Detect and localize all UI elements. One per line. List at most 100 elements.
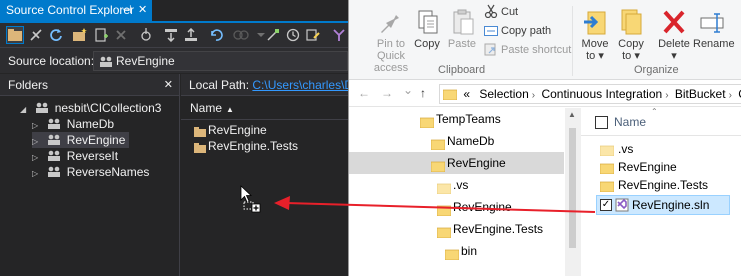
history-icon[interactable] bbox=[284, 26, 302, 44]
checkout-icon[interactable] bbox=[162, 26, 180, 44]
refresh-icon[interactable] bbox=[47, 26, 65, 44]
tree-item-revengine[interactable]: ▷ RevEngine bbox=[32, 132, 130, 148]
nav-item-bin[interactable]: bin bbox=[444, 240, 477, 262]
button-label: Copy bbox=[414, 38, 440, 50]
move-to-icon bbox=[579, 6, 611, 36]
breadcrumb-separator-icon: › bbox=[665, 90, 669, 101]
file-explorer-window: Pin to Quick access Copy Paste Cut Copy … bbox=[348, 0, 741, 276]
pin-icon bbox=[375, 6, 407, 36]
button-label: Copy path bbox=[501, 25, 552, 37]
selected-file-row[interactable]: ✓ RevEngine.sln bbox=[596, 195, 730, 215]
copy-path-button[interactable]: Copy path bbox=[484, 23, 551, 39]
folders-header: Folders ✕ bbox=[0, 74, 179, 96]
recent-locations-icon[interactable]: ⌄ bbox=[403, 83, 413, 97]
delete-icon[interactable] bbox=[112, 26, 130, 44]
sort-indicator-icon: ⌃ bbox=[651, 107, 658, 116]
local-path-label: Local Path: bbox=[189, 78, 250, 92]
paste-button[interactable]: Paste bbox=[447, 6, 477, 50]
scrollbar-thumb[interactable] bbox=[569, 128, 576, 248]
nav-item-label: TempTeams bbox=[436, 112, 501, 126]
folders-close-icon[interactable]: ✕ bbox=[164, 74, 173, 96]
tree-item-namedb[interactable]: ▷ NameDb bbox=[32, 116, 114, 132]
name-column-header[interactable]: Name bbox=[614, 115, 646, 129]
ribbon: Pin to Quick access Copy Paste Cut Copy … bbox=[348, 0, 741, 80]
button-label: Cut bbox=[501, 6, 519, 18]
group-separator bbox=[572, 6, 573, 76]
nav-item-namedb[interactable]: NameDb bbox=[430, 130, 494, 152]
scissors-icon bbox=[484, 4, 498, 23]
list-item[interactable]: RevEngine.Tests bbox=[194, 138, 298, 154]
item-label: RevEngine bbox=[208, 123, 267, 137]
folder-view-toggle-icon[interactable] bbox=[6, 26, 24, 44]
sort-ascending-icon: ▲ bbox=[226, 105, 234, 114]
cut-button[interactable]: Cut bbox=[484, 4, 518, 20]
overflow-chevron[interactable]: « bbox=[463, 87, 470, 101]
expand-icon[interactable]: ▷ bbox=[32, 166, 44, 182]
nav-item-revengine[interactable]: RevEngine bbox=[430, 152, 506, 174]
new-folder-icon[interactable] bbox=[72, 26, 90, 44]
list-item[interactable]: RevEngine bbox=[194, 122, 267, 138]
back-icon[interactable]: ← bbox=[358, 86, 370, 100]
paste-shortcut-icon bbox=[484, 42, 498, 61]
tool-window-tab[interactable]: Source Control Explorer ⊣ ✕ bbox=[0, 0, 152, 21]
breadcrumb-separator-icon: › bbox=[728, 90, 732, 101]
list-item[interactable]: .vs bbox=[599, 140, 633, 158]
list-item[interactable]: RevEngine bbox=[599, 158, 677, 176]
button-label: Pin to Quick access bbox=[373, 38, 409, 74]
local-path-link[interactable]: C:\Users\charles\Doc bbox=[252, 78, 348, 92]
annotate-icon[interactable] bbox=[304, 26, 322, 44]
paste-shortcut-button[interactable]: Paste shortcut bbox=[484, 42, 571, 58]
nav-item-revengine-tests[interactable]: RevEngine.Tests bbox=[436, 218, 544, 240]
compare-icon[interactable] bbox=[232, 26, 250, 44]
source-location-input[interactable]: RevEngine bbox=[93, 51, 348, 71]
copy-to-button[interactable]: Copy to ▾ bbox=[614, 6, 648, 62]
folder-icon bbox=[430, 135, 446, 157]
button-label: Paste shortcut bbox=[501, 44, 572, 56]
nav-item-tempteams[interactable]: TempTeams bbox=[419, 108, 501, 130]
undo-icon[interactable] bbox=[207, 26, 225, 44]
delete-x-icon bbox=[658, 6, 690, 36]
nav-scrollbar[interactable]: ▲ bbox=[565, 108, 580, 276]
breadcrumb-continuous-integration[interactable]: Continuous Integration bbox=[541, 87, 662, 101]
selected-checkbox[interactable]: ✓ bbox=[600, 199, 612, 211]
tree-item-label: RevEngine bbox=[66, 133, 126, 147]
file-list-header: ⌃ Name bbox=[581, 107, 741, 136]
folder-icon bbox=[430, 157, 446, 179]
copy-to-icon bbox=[615, 6, 647, 36]
scroll-up-icon[interactable]: ▲ bbox=[568, 110, 576, 119]
forward-icon[interactable]: → bbox=[381, 86, 393, 100]
get-latest-icon[interactable] bbox=[137, 26, 155, 44]
name-column-header[interactable]: Name ▲ bbox=[181, 96, 348, 120]
folder-icon bbox=[599, 143, 615, 161]
list-item[interactable]: RevEngine.Tests bbox=[599, 176, 708, 194]
solution-file-icon bbox=[615, 198, 629, 215]
folder-icon bbox=[194, 141, 206, 157]
checkin-icon[interactable] bbox=[182, 26, 200, 44]
column-label: Name bbox=[190, 101, 223, 115]
breadcrumb-selection[interactable]: Selection bbox=[479, 87, 528, 101]
folders-pane: Folders ✕ ◢ nesbit\CICollection3 ▷ NameD… bbox=[0, 74, 180, 276]
move-to-button[interactable]: Move to ▾ bbox=[578, 6, 612, 62]
select-all-checkbox[interactable] bbox=[595, 116, 608, 129]
up-icon[interactable]: ↑ bbox=[420, 86, 426, 100]
delete-button[interactable]: Delete ▾ bbox=[656, 6, 692, 62]
breadcrumb-bitbucket[interactable]: BitBucket bbox=[675, 87, 726, 101]
nav-item-revengine-sub[interactable]: RevEngine bbox=[436, 196, 512, 218]
collapse-icon[interactable]: ◢ bbox=[20, 102, 32, 118]
branch-icon[interactable] bbox=[330, 26, 348, 44]
nav-item-label: RevEngine.Tests bbox=[453, 222, 544, 236]
disconnect-icon[interactable] bbox=[27, 26, 45, 44]
rename-button[interactable]: Rename bbox=[693, 6, 735, 50]
tree-item-collection[interactable]: ◢ nesbit\CICollection3 bbox=[20, 100, 161, 116]
pin-icon[interactable]: ⊣ bbox=[122, 0, 132, 21]
copy-button[interactable]: Copy bbox=[412, 6, 442, 50]
address-bar[interactable]: « Selection › Continuous Integration › Bit… bbox=[439, 84, 741, 104]
add-items-icon[interactable] bbox=[92, 26, 110, 44]
paste-icon bbox=[447, 6, 479, 36]
close-icon[interactable]: ✕ bbox=[138, 0, 147, 21]
tree-item-reverseit[interactable]: ▷ ReverseIt bbox=[32, 148, 118, 164]
folder-icon bbox=[599, 161, 615, 179]
shelve-icon[interactable] bbox=[264, 26, 282, 44]
nav-item-vs[interactable]: .vs bbox=[436, 174, 468, 196]
tree-item-reversenames[interactable]: ▷ ReverseNames bbox=[32, 164, 149, 180]
